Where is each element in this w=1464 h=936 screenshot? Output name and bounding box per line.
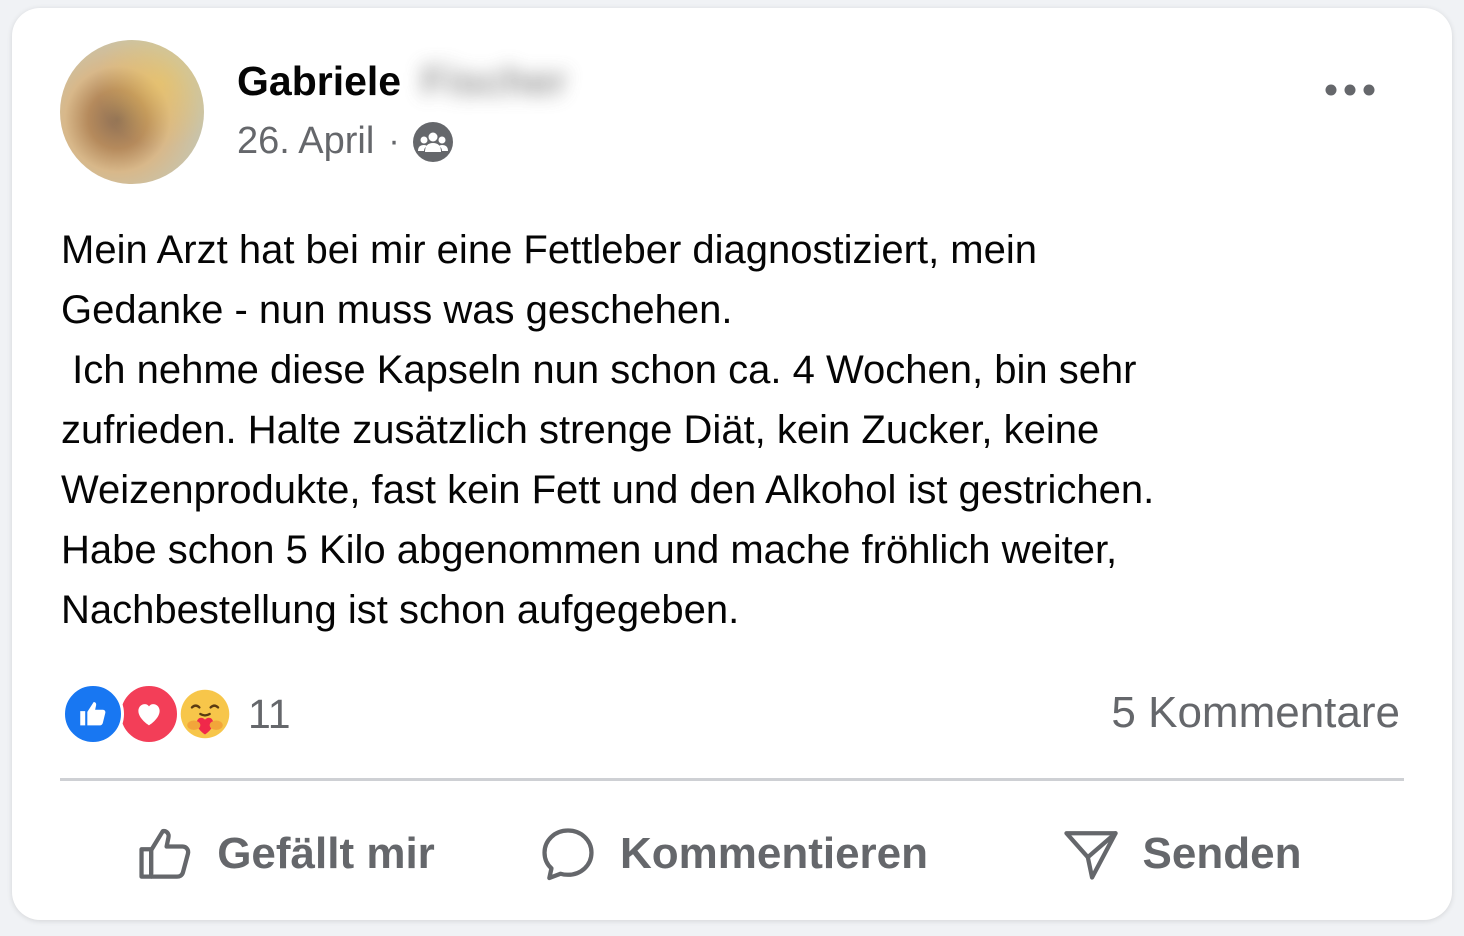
send-icon (1063, 831, 1118, 880)
action-bar: Gefällt mir Kommentieren Senden (60, 798, 1404, 910)
author-first-name[interactable]: Gabriele (237, 58, 401, 105)
post-text: Mein Arzt hat bei mir eine Fettleber dia… (61, 228, 1155, 632)
send-button-label: Senden (1142, 829, 1302, 878)
like-button[interactable]: Gefällt mir (60, 798, 508, 910)
comment-button[interactable]: Kommentieren (508, 798, 956, 910)
author-name[interactable]: Gabriele Fischer (237, 58, 567, 105)
avatar[interactable] (60, 40, 204, 184)
comments-count[interactable]: 5 Kommentare (1111, 688, 1400, 738)
divider (60, 778, 1404, 781)
comment-bubble-icon (542, 828, 594, 881)
love-reaction-icon (118, 683, 180, 745)
group-icon (412, 121, 454, 163)
post-card: Gabriele Fischer 26. April · Mein Arzt h… (12, 8, 1452, 920)
like-reaction-icon (62, 683, 124, 745)
send-button[interactable]: Senden (956, 798, 1404, 910)
reactions-summary[interactable]: 11 (62, 683, 291, 745)
care-reaction-icon (174, 683, 236, 745)
more-icon (1325, 84, 1375, 96)
meta-separator: · (388, 122, 400, 160)
reaction-count[interactable]: 11 (248, 691, 291, 738)
thumbs-up-icon (139, 828, 191, 879)
like-button-label: Gefällt mir (217, 829, 435, 878)
comment-button-label: Kommentieren (619, 829, 929, 878)
post-date[interactable]: 26. April (237, 120, 374, 163)
post-meta: 26. April · (237, 120, 454, 163)
more-options-button[interactable] (1318, 70, 1382, 110)
author-last-name-blurred: Fischer (421, 58, 567, 104)
